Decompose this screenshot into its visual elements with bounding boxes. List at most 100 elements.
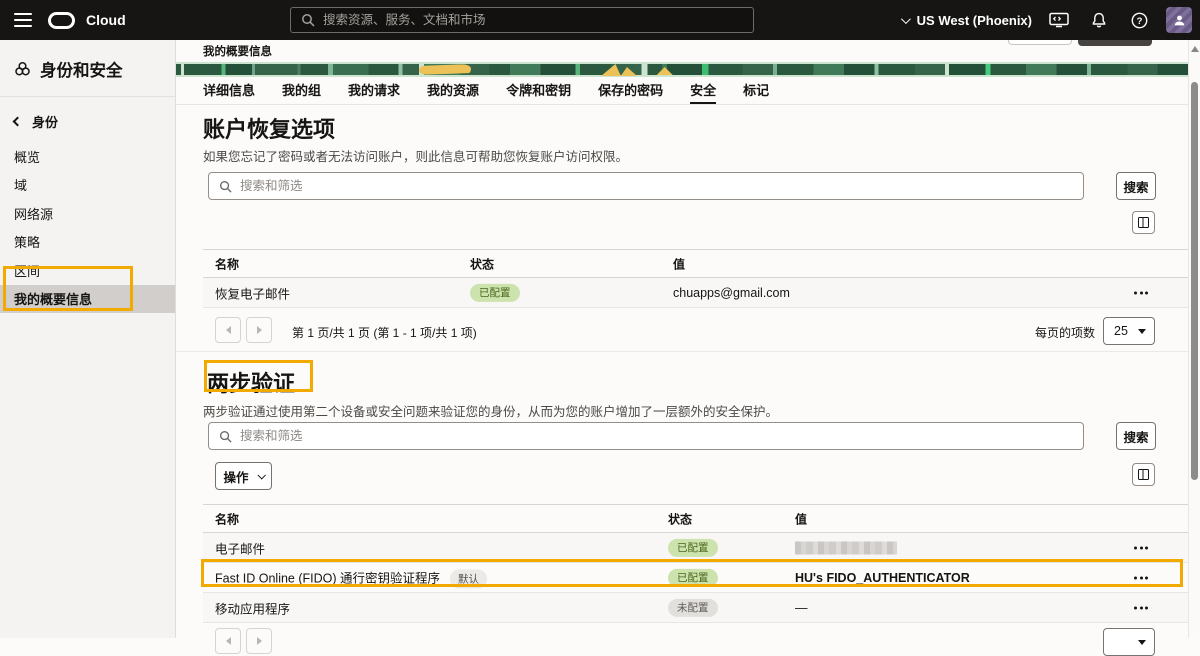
person-icon xyxy=(1173,14,1186,27)
profile-banner xyxy=(176,62,1188,77)
default-chip: 默认 xyxy=(450,569,487,588)
twostep-section-description: 两步验证通过使用第二个设备或安全问题来验证您的身份，从而为您的账户增加了一层额外… xyxy=(203,401,778,420)
status-badge: 已配置 xyxy=(668,568,718,586)
column-header-name: 名称 xyxy=(215,255,239,272)
sidebar-item-overview[interactable]: 概览 xyxy=(0,142,175,171)
actions-label: 操作 xyxy=(223,467,248,486)
sidebar-item-policies[interactable]: 策略 xyxy=(0,228,175,257)
recovery-section-description: 如果您忘记了密码或者无法访问账户，则此信息可帮助您恢复账户访问权限。 xyxy=(203,146,628,165)
topbar: Cloud US West (Phoenix) xyxy=(0,0,1200,40)
brand-label: Cloud xyxy=(86,12,126,28)
help-button[interactable]: ? xyxy=(1126,7,1152,33)
column-header-value: 值 xyxy=(795,510,807,527)
row-actions-kebab-icon[interactable] xyxy=(1130,542,1152,553)
table-row-email: 电子邮件 已配置 xyxy=(203,533,1188,563)
sidebar-item-domains[interactable]: 域 xyxy=(0,171,175,200)
per-page-value: 25 xyxy=(1114,324,1128,338)
row-value: — xyxy=(795,601,808,615)
tab-my-requests[interactable]: 我的请求 xyxy=(348,80,400,105)
per-page-select[interactable]: 25 xyxy=(1103,317,1155,345)
sidebar-title-label: 身份和安全 xyxy=(40,57,123,81)
identity-security-icon xyxy=(14,61,31,77)
table-row-mobile-app: 移动应用程序 未配置 — xyxy=(203,593,1188,623)
twostep-section-title: 两步验证 xyxy=(207,366,295,398)
page-prev-button[interactable] xyxy=(215,317,241,343)
vertical-scrollbar xyxy=(1188,40,1200,638)
status-badge: 未配置 xyxy=(668,598,718,616)
twostep-filter-input[interactable] xyxy=(240,429,1073,443)
sidebar-title: 身份和安全 xyxy=(0,40,175,97)
chevron-left-icon xyxy=(13,117,23,127)
column-header-status: 状态 xyxy=(668,510,692,527)
recovery-table-header: 名称 状态 值 xyxy=(203,250,1188,278)
tab-saved-passwords[interactable]: 保存的密码 xyxy=(598,80,663,105)
sidebar-item-my-profile[interactable]: 我的概要信息 xyxy=(0,285,175,314)
recovery-search-button[interactable]: 搜索 xyxy=(1116,172,1156,200)
recovery-table: 名称 状态 值 恢复电子邮件 已配置 chuapps@gmail.com xyxy=(203,249,1188,308)
row-name: 电子邮件 xyxy=(215,538,265,557)
tab-my-resources[interactable]: 我的资源 xyxy=(427,80,479,105)
sidebar-back-label: 身份 xyxy=(32,112,58,131)
tab-tokens-keys[interactable]: 令牌和密钥 xyxy=(506,80,571,105)
table-row-fido: Fast ID Online (FIDO) 通行密钥验证程序默认 已配置 HU'… xyxy=(203,563,1188,593)
svg-text:?: ? xyxy=(1136,16,1142,27)
columns-icon xyxy=(1138,217,1149,228)
region-label: US West (Phoenix) xyxy=(917,13,1032,28)
triangle-left-icon xyxy=(226,637,231,645)
recovery-filter xyxy=(208,172,1084,200)
twostep-columns-button[interactable] xyxy=(1132,463,1155,486)
row-value: chuapps@gmail.com xyxy=(673,286,790,300)
scrollbar-thumb[interactable] xyxy=(1191,82,1198,480)
hamburger-menu-icon[interactable] xyxy=(14,13,32,27)
columns-icon xyxy=(1138,469,1149,480)
recovery-section-title: 账户恢复选项 xyxy=(203,112,335,144)
sidebar-item-compartments[interactable]: 区间 xyxy=(0,256,175,285)
region-selector[interactable]: US West (Phoenix) xyxy=(901,13,1032,28)
help-icon: ? xyxy=(1131,12,1148,29)
actions-dropdown-button[interactable]: 操作 xyxy=(215,462,272,490)
row-name: Fast ID Online (FIDO) 通行密钥验证程序默认 xyxy=(215,567,487,588)
caret-down-icon xyxy=(1138,329,1146,334)
chevron-down-icon xyxy=(901,14,911,24)
tab-details[interactable]: 详细信息 xyxy=(203,80,255,105)
cloud-shell-button[interactable] xyxy=(1046,7,1072,33)
twostep-search-button[interactable]: 搜索 xyxy=(1116,422,1156,450)
section-divider xyxy=(176,351,1188,352)
banner-yellow-shape xyxy=(419,64,471,75)
user-avatar[interactable] xyxy=(1166,7,1192,33)
main-content: 我的概要信息 详细信息 我的组 我的请求 我的资源 令牌和密钥 保存的密码 安全… xyxy=(176,40,1188,638)
search-icon xyxy=(219,430,232,443)
sidebar-item-network-sources[interactable]: 网络源 xyxy=(0,199,175,228)
tab-my-groups[interactable]: 我的组 xyxy=(282,80,321,105)
sidebar-back-identity[interactable]: 身份 xyxy=(0,97,175,142)
triangle-right-icon xyxy=(257,637,262,645)
global-search[interactable] xyxy=(290,7,754,33)
page-next-button[interactable] xyxy=(246,628,272,654)
recovery-columns-button[interactable] xyxy=(1132,211,1155,234)
status-badge: 已配置 xyxy=(668,538,718,556)
global-search-input[interactable] xyxy=(323,13,743,27)
search-icon xyxy=(301,13,315,27)
profile-tabs: 详细信息 我的组 我的请求 我的资源 令牌和密钥 保存的密码 安全 标记 xyxy=(203,80,769,105)
bell-icon xyxy=(1091,12,1107,29)
column-header-value: 值 xyxy=(673,255,685,272)
tabs-divider xyxy=(176,104,1188,105)
per-page-select[interactable] xyxy=(1103,628,1155,656)
twostep-table: 名称 状态 值 电子邮件 已配置 Fast ID Online (FIDO) 通… xyxy=(203,504,1188,623)
row-actions-kebab-icon[interactable] xyxy=(1130,287,1152,298)
tab-tags[interactable]: 标记 xyxy=(743,80,769,105)
notifications-button[interactable] xyxy=(1086,7,1112,33)
page-prev-button[interactable] xyxy=(215,628,241,654)
row-actions-kebab-icon[interactable] xyxy=(1130,572,1152,583)
row-actions-kebab-icon[interactable] xyxy=(1130,602,1152,613)
page-next-button[interactable] xyxy=(246,317,272,343)
oracle-logo[interactable] xyxy=(48,12,75,29)
column-header-status: 状态 xyxy=(470,255,494,272)
scroll-up-arrow[interactable] xyxy=(1191,46,1199,52)
pagination-summary: 第 1 页/共 1 页 (第 1 - 1 项/共 1 项) xyxy=(292,324,477,341)
chevron-down-icon xyxy=(257,471,265,479)
recovery-filter-input[interactable] xyxy=(240,179,1073,193)
breadcrumb[interactable]: 我的概要信息 xyxy=(203,43,272,59)
twostep-filter xyxy=(208,422,1084,450)
tab-security[interactable]: 安全 xyxy=(690,80,716,105)
